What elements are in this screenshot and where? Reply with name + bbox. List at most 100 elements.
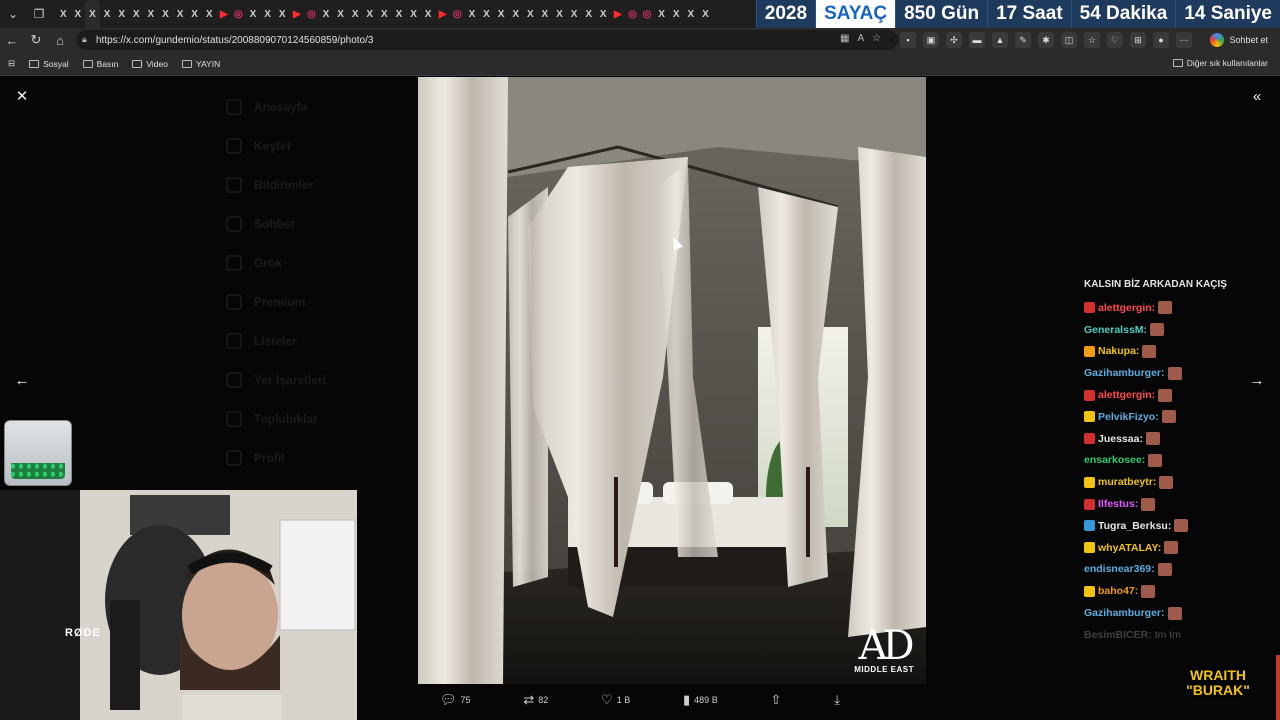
collapse-panel-icon[interactable]: « bbox=[1243, 82, 1271, 110]
browser-tab[interactable]: X bbox=[479, 0, 494, 28]
bookmarks-menu-icon[interactable]: ⊟ bbox=[8, 58, 15, 69]
browser-tab[interactable]: X bbox=[56, 0, 71, 28]
app-available-icon[interactable]: ▦ bbox=[840, 33, 849, 44]
previous-photo-arrow-icon[interactable]: ← bbox=[8, 366, 36, 394]
browser-essentials-icon[interactable]: ♡ bbox=[1107, 32, 1123, 48]
browser-tab[interactable]: ◎ bbox=[304, 0, 319, 28]
browser-tab[interactable]: X bbox=[129, 0, 144, 28]
browser-tab[interactable]: ▶ bbox=[611, 0, 626, 28]
browser-tab[interactable]: X bbox=[406, 0, 421, 28]
chat-message: muratbeytr: bbox=[1084, 471, 1274, 493]
favorite-star-icon[interactable]: ☆ bbox=[872, 33, 881, 44]
browser-tab[interactable]: X bbox=[348, 0, 363, 28]
more-menu-icon[interactable]: ⋯ bbox=[1176, 32, 1192, 48]
workspaces-icon[interactable]: ❐ bbox=[26, 0, 52, 28]
close-icon[interactable]: ✕ bbox=[8, 82, 36, 110]
browser-tab[interactable]: X bbox=[684, 0, 699, 28]
views-button[interactable]: ▮ 489 B bbox=[683, 692, 718, 708]
browser-tab[interactable]: X bbox=[465, 0, 480, 28]
browser-tab[interactable]: X bbox=[100, 0, 115, 28]
counter-hours: 17 Saat bbox=[987, 0, 1071, 28]
profile-avatar[interactable]: ● bbox=[1153, 32, 1169, 48]
extension-icon[interactable]: ✣ bbox=[946, 32, 962, 48]
browser-tab[interactable]: X bbox=[362, 0, 377, 28]
extension-icon[interactable]: ✎ bbox=[1015, 32, 1031, 48]
reply-button[interactable]: 💬︎ 75 bbox=[440, 692, 471, 708]
browser-tab[interactable]: ◎ bbox=[450, 0, 465, 28]
browser-tab[interactable]: X bbox=[508, 0, 523, 28]
bookmark-folder-video[interactable]: Video bbox=[132, 59, 168, 69]
extension-icon[interactable]: ▣ bbox=[923, 32, 939, 48]
ad-middle-east-logo: AD MIDDLE EAST bbox=[854, 626, 914, 674]
chat-badge-icon bbox=[1084, 389, 1095, 401]
browser-tab[interactable]: X bbox=[333, 0, 348, 28]
x-sidebar-item: Anasayfa bbox=[226, 87, 386, 126]
browser-tab[interactable]: X bbox=[144, 0, 159, 28]
browser-tab[interactable]: X bbox=[581, 0, 596, 28]
folder-icon bbox=[132, 59, 143, 68]
browser-tab[interactable]: X bbox=[523, 0, 538, 28]
browser-tab[interactable]: ◎ bbox=[231, 0, 246, 28]
chat-message: alettgergin: bbox=[1084, 297, 1274, 319]
browser-tab[interactable]: X bbox=[173, 0, 188, 28]
chat-message: Gazihamburger: bbox=[1084, 362, 1274, 384]
other-bookmarks[interactable]: Diğer sık kullanılanlar bbox=[1172, 58, 1268, 68]
browser-tab[interactable]: X bbox=[202, 0, 217, 28]
bookmark-folder-basin[interactable]: Basın bbox=[82, 59, 118, 69]
browser-tab[interactable]: X bbox=[552, 0, 567, 28]
bookmark-folder-sosyal[interactable]: Sosyal bbox=[29, 59, 69, 69]
copilot-chat-button[interactable]: Sohbet et bbox=[1204, 31, 1274, 49]
repost-button[interactable]: ⇄ 82 bbox=[523, 692, 548, 708]
browser-tab[interactable]: X bbox=[596, 0, 611, 28]
read-aloud-icon[interactable]: A bbox=[857, 33, 864, 44]
home-icon[interactable]: ⌂ bbox=[48, 28, 72, 52]
browser-tab[interactable]: X bbox=[275, 0, 290, 28]
browser-tab[interactable]: X bbox=[71, 0, 86, 28]
back-icon[interactable]: ← bbox=[0, 28, 24, 52]
browser-tab[interactable]: X bbox=[114, 0, 129, 28]
browser-tab[interactable]: X bbox=[494, 0, 509, 28]
extensions-bar: ▪ ▣ ✣ ▬ ▲ ✎ ✱ ◫ ☆ ♡ ⊞ ● ⋯ bbox=[900, 32, 1192, 48]
bookmarks-bar: ⊟ Sosyal Basın Video YAYIN Diğer sık kul… bbox=[0, 52, 1280, 76]
browser-tab[interactable]: X bbox=[85, 0, 100, 28]
favorites-icon[interactable]: ☆ bbox=[1084, 32, 1100, 48]
browser-tab[interactable]: X bbox=[669, 0, 684, 28]
post-photo[interactable]: AD MIDDLE EAST bbox=[418, 77, 926, 684]
share-button[interactable]: ⇧ bbox=[771, 692, 782, 708]
browser-tab[interactable]: X bbox=[260, 0, 275, 28]
extension-icon[interactable]: ▪ bbox=[900, 32, 916, 48]
bookmark-folder-yayin[interactable]: YAYIN bbox=[181, 59, 220, 69]
browser-tab[interactable]: ▶ bbox=[435, 0, 450, 28]
ad-logo-subtitle: MIDDLE EAST bbox=[854, 665, 914, 674]
download-button[interactable]: ⤓ bbox=[834, 692, 840, 708]
browser-tab[interactable]: X bbox=[654, 0, 669, 28]
browser-tab[interactable]: ▶ bbox=[290, 0, 305, 28]
chat-emote-icon bbox=[1142, 344, 1157, 358]
like-button[interactable]: ♡ 1 B bbox=[601, 692, 630, 708]
browser-tab[interactable]: X bbox=[246, 0, 261, 28]
x-sidebar-label: Anasayfa bbox=[254, 99, 308, 114]
browser-tab[interactable]: X bbox=[187, 0, 202, 28]
heart-icon: ♡ bbox=[601, 692, 613, 707]
browser-tab[interactable]: X bbox=[377, 0, 392, 28]
chat-username: Juessaa: bbox=[1098, 432, 1143, 445]
browser-tab[interactable]: X bbox=[392, 0, 407, 28]
browser-tab[interactable]: ▶ bbox=[217, 0, 232, 28]
split-screen-icon[interactable]: ◫ bbox=[1061, 32, 1077, 48]
extension-icon[interactable]: ▬ bbox=[969, 32, 985, 48]
extension-icon[interactable]: ▲ bbox=[992, 32, 1008, 48]
browser-tab[interactable]: X bbox=[158, 0, 173, 28]
refresh-icon[interactable]: ↻ bbox=[24, 28, 48, 52]
browser-tab[interactable]: X bbox=[538, 0, 553, 28]
browser-tab[interactable]: ◎ bbox=[640, 0, 655, 28]
browser-tab[interactable]: X bbox=[567, 0, 582, 28]
browser-tab[interactable]: X bbox=[698, 0, 713, 28]
browser-tab[interactable]: X bbox=[421, 0, 436, 28]
x-sidebar-label: Yer İşaretleri bbox=[254, 372, 327, 387]
browser-tab[interactable]: X bbox=[319, 0, 334, 28]
extensions-puzzle-icon[interactable]: ✱ bbox=[1038, 32, 1054, 48]
browser-tab[interactable]: ◎ bbox=[625, 0, 640, 28]
collections-icon[interactable]: ⊞ bbox=[1130, 32, 1146, 48]
tab-actions-chevron-icon[interactable]: ⌄ bbox=[0, 0, 26, 28]
url-field[interactable]: 🔒︎ https://x.com/gundemio/status/2008809… bbox=[76, 30, 898, 50]
